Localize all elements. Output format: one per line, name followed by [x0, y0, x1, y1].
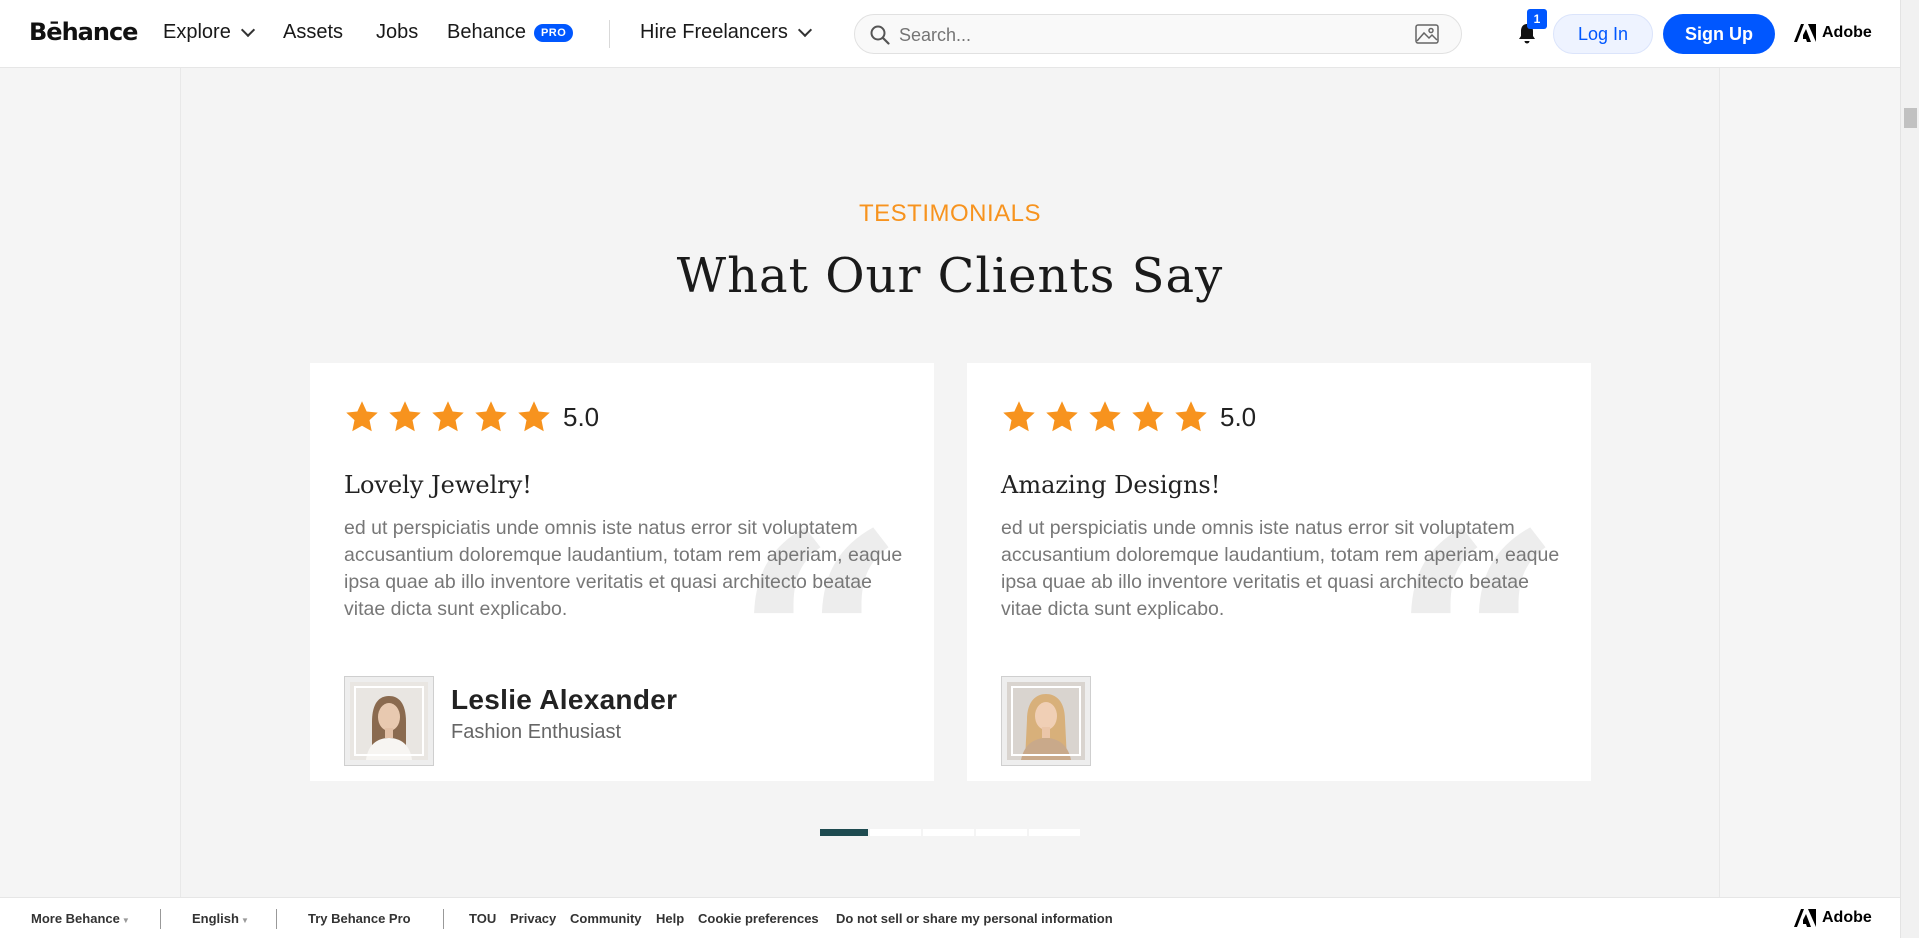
testimonial-title: Amazing Designs!	[1001, 471, 1221, 499]
adobe-logo-icon	[1794, 24, 1816, 42]
author-role: Fashion Enthusiast	[451, 721, 622, 743]
star-icon	[346, 401, 378, 432]
avatar-photo	[1007, 682, 1085, 760]
notification-count-badge[interactable]: 1	[1527, 9, 1547, 29]
chevron-down-icon: ▼	[121, 916, 130, 925]
chevron-down-icon	[240, 22, 255, 37]
search-input[interactable]	[899, 21, 1379, 49]
adobe-logo-icon	[1794, 909, 1816, 927]
login-button[interactable]: Log In	[1553, 14, 1653, 54]
footer-community[interactable]: Community	[570, 911, 642, 926]
behance-logo[interactable]: Bēhance	[29, 18, 138, 46]
star-icon	[389, 401, 421, 432]
footer-adobe-link[interactable]: Adobe	[1794, 909, 1872, 927]
avatar-photo	[350, 682, 428, 760]
carousel-dot-4[interactable]	[976, 829, 1027, 836]
star-icon	[1089, 401, 1121, 432]
footer-language-label: English	[192, 911, 239, 926]
nav-behance-label: Behance	[447, 21, 526, 43]
nav-hire-freelancers[interactable]: Hire Freelancers	[640, 21, 812, 44]
footer-privacy[interactable]: Privacy	[510, 911, 556, 926]
footer-language[interactable]: English ▼	[192, 911, 249, 926]
star-icon	[1046, 401, 1078, 432]
footer-help[interactable]: Help	[656, 911, 684, 926]
testimonial-text: ed ut perspiciatis unde omnis iste natus…	[344, 517, 903, 620]
nav-explore-label: Explore	[163, 21, 231, 43]
carousel-dot-1[interactable]	[820, 829, 868, 836]
star-icon	[1003, 401, 1035, 432]
star-rating: 5.0	[344, 399, 599, 435]
carousel-pagination	[820, 829, 1080, 836]
section-eyebrow: TESTIMONIALS	[858, 200, 1042, 227]
testimonial-title: Lovely Jewelry!	[344, 471, 532, 499]
footer-divider	[276, 909, 277, 929]
star-icon	[475, 401, 507, 432]
nav-jobs-label: Jobs	[376, 21, 419, 43]
pro-badge: PRO	[533, 23, 574, 42]
carousel-dot-5[interactable]	[1029, 829, 1080, 836]
footer: More Behance ▼ English ▼ Try Behance Pro T…	[0, 897, 1900, 938]
star-icon	[1132, 401, 1164, 432]
adobe-link[interactable]: Adobe	[1794, 24, 1872, 42]
rating-value: 5.0	[1220, 401, 1257, 432]
footer-tou[interactable]: TOU	[469, 911, 496, 926]
testimonial-card: 5.0 “ Amazing Designs! ed ut perspiciati…	[967, 363, 1591, 795]
signup-button[interactable]: Sign Up	[1663, 14, 1775, 54]
nav-assets[interactable]: Assets	[283, 21, 343, 44]
nav-behance-pro[interactable]: Behance PRO	[447, 21, 574, 44]
adobe-label: Adobe	[1822, 24, 1872, 41]
star-icon	[432, 401, 464, 432]
search-bar	[854, 14, 1462, 54]
footer-try-pro[interactable]: Try Behance Pro	[308, 911, 411, 926]
section-heading: What Our Clients Say	[676, 248, 1224, 304]
testimonial-text: ed ut perspiciatis unde omnis iste natus…	[1001, 517, 1560, 620]
footer-cookie-preferences[interactable]: Cookie preferences	[698, 911, 819, 926]
testimonial-card: 5.0 “ Lovely Jewelry! ed ut perspiciatis…	[310, 363, 934, 795]
star-icon	[1175, 401, 1207, 432]
image-search-icon[interactable]	[1415, 24, 1439, 44]
rating-value: 5.0	[563, 401, 600, 432]
avatar	[1001, 676, 1091, 766]
nav-assets-label: Assets	[283, 21, 344, 43]
page-scrollbar[interactable]	[1900, 0, 1919, 938]
nav-explore[interactable]: Explore	[163, 21, 255, 44]
carousel-dot-3[interactable]	[923, 829, 974, 836]
top-navigation: Bēhance Explore Assets Jobs Behance PRO …	[0, 0, 1900, 68]
footer-do-not-sell[interactable]: Do not sell or share my personal informa…	[836, 911, 1113, 926]
author-name: Leslie Alexander	[451, 684, 678, 715]
nav-divider	[609, 20, 610, 48]
star-icon	[518, 401, 550, 432]
nav-hire-label: Hire Freelancers	[640, 21, 788, 43]
footer-more-behance-label: More Behance	[31, 911, 120, 926]
nav-jobs[interactable]: Jobs	[376, 21, 418, 44]
avatar	[344, 676, 434, 766]
chevron-down-icon: ▼	[240, 916, 249, 925]
footer-more-behance[interactable]: More Behance ▼	[31, 911, 130, 926]
footer-divider	[443, 909, 444, 929]
footer-divider	[160, 909, 161, 929]
testimonials-section: TESTIMONIALS What Our Clients Say 5.0 “ …	[180, 68, 1720, 897]
star-rating: 5.0	[1001, 399, 1256, 435]
footer-adobe-label: Adobe	[1822, 909, 1872, 926]
carousel-dot-2[interactable]	[870, 829, 921, 836]
chevron-down-icon	[797, 22, 812, 37]
scrollbar-thumb[interactable]	[1904, 108, 1917, 128]
search-icon[interactable]	[870, 25, 890, 45]
